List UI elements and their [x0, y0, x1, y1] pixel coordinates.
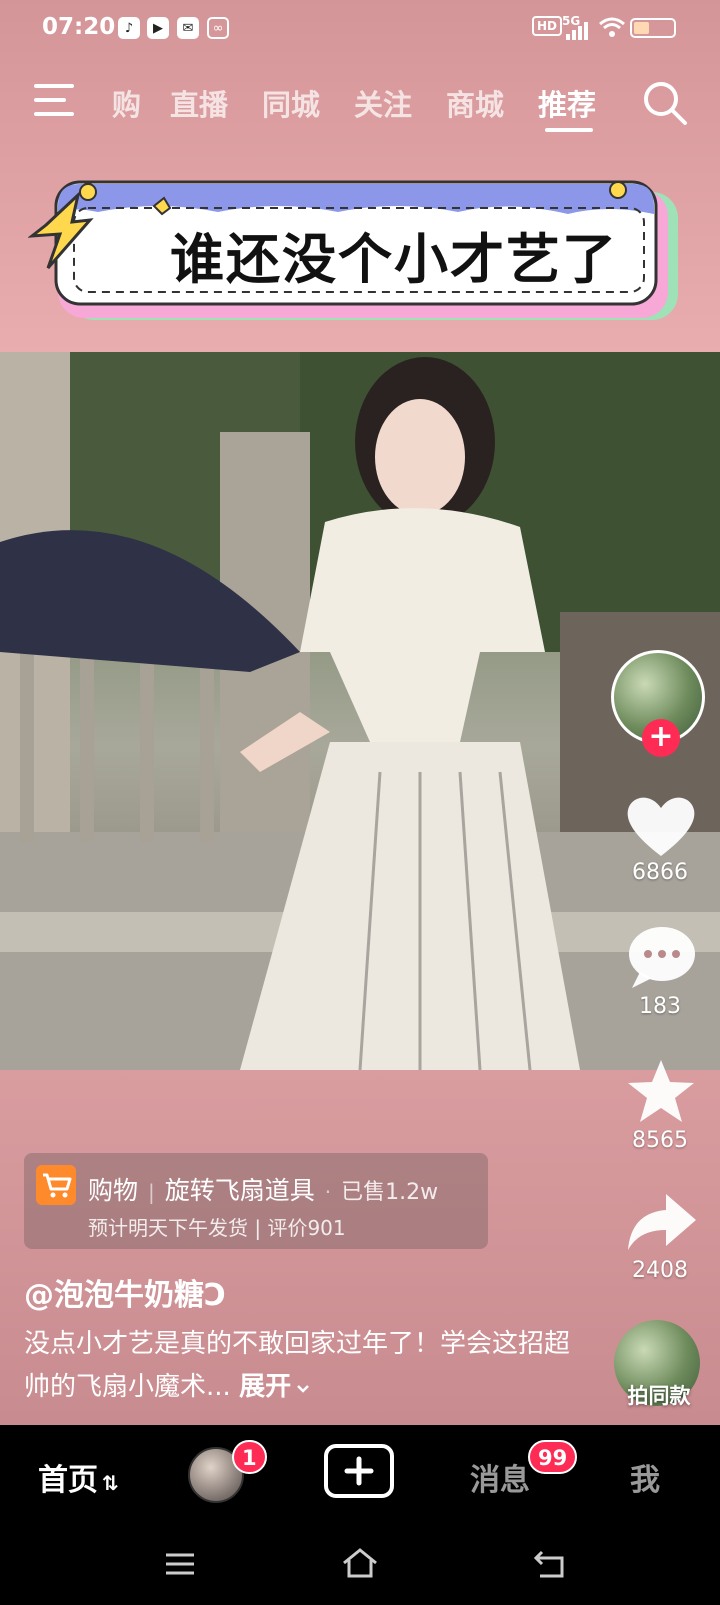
- tab-nearby[interactable]: 同城: [262, 82, 320, 124]
- swap-icon: ⇅: [102, 1471, 119, 1495]
- product-detail: 预计明天下午发货 | 评价901: [88, 1216, 346, 1240]
- tab-shopping[interactable]: 购: [101, 82, 141, 124]
- follow-button[interactable]: +: [642, 719, 680, 757]
- messages-badge: 99: [528, 1440, 578, 1474]
- back-icon[interactable]: [532, 1548, 568, 1580]
- video-frame[interactable]: [0, 352, 720, 1070]
- signal-icon: [566, 22, 588, 40]
- like-count: 6866: [632, 860, 688, 885]
- link-icon: ∞: [207, 17, 229, 39]
- tab-live[interactable]: 直播: [170, 82, 228, 124]
- wifi-icon: [599, 17, 625, 37]
- plus-icon: [344, 1456, 374, 1486]
- mail-icon: ✉: [177, 17, 199, 39]
- favorite-count: 8565: [632, 1128, 688, 1153]
- video-image: [0, 352, 720, 1070]
- comment-count: 183: [639, 994, 681, 1019]
- video-play-icon: ▶: [147, 17, 169, 39]
- heart-icon[interactable]: [622, 790, 700, 860]
- tab-following[interactable]: 关注: [354, 82, 412, 124]
- active-tab-indicator: [545, 128, 593, 132]
- hd-indicator: HD: [532, 16, 563, 36]
- comment-icon[interactable]: [622, 922, 700, 992]
- tab-messages[interactable]: 消息: [470, 1455, 530, 1499]
- battery-icon: [630, 18, 676, 38]
- expand-button[interactable]: 展开: [239, 1372, 311, 1402]
- tab-home[interactable]: 首页 ⇅: [38, 1455, 119, 1499]
- tiktok-icon: ♪: [118, 17, 140, 39]
- post-caption: 没点小才艺是真的不敢回家过年了！学会这招超帅的飞扇小魔术... 展开: [24, 1323, 584, 1409]
- shopping-cart-icon: [36, 1165, 76, 1205]
- banner-title: 谁还没个小才艺了: [170, 228, 618, 291]
- tab-me[interactable]: 我: [630, 1455, 660, 1499]
- star-icon[interactable]: [622, 1058, 700, 1128]
- same-style-button[interactable]: 拍同款: [612, 1380, 706, 1410]
- tab-recommended[interactable]: 推荐: [538, 82, 596, 124]
- product-sold: 已售1.2w: [341, 1180, 439, 1205]
- chevron-down-icon: [297, 1385, 309, 1393]
- recent-apps-icon[interactable]: [164, 1550, 196, 1578]
- share-count: 2408: [632, 1258, 688, 1283]
- friend-badge: 1: [232, 1440, 267, 1474]
- tab-mall[interactable]: 商城: [446, 82, 504, 124]
- product-category: 购物: [88, 1176, 139, 1205]
- search-icon[interactable]: [642, 80, 688, 126]
- product-name: 旋转飞扇道具: [164, 1176, 315, 1205]
- status-time: 07:20: [42, 14, 116, 40]
- share-icon[interactable]: [622, 1188, 700, 1258]
- create-post-button[interactable]: [324, 1444, 394, 1498]
- home-icon[interactable]: [340, 1546, 380, 1580]
- author-name[interactable]: @泡泡牛奶糖Ↄ: [24, 1270, 226, 1314]
- product-title-line[interactable]: 购物 | 旋转飞扇道具 · 已售1.2w: [88, 1171, 438, 1207]
- menu-icon[interactable]: [34, 82, 76, 118]
